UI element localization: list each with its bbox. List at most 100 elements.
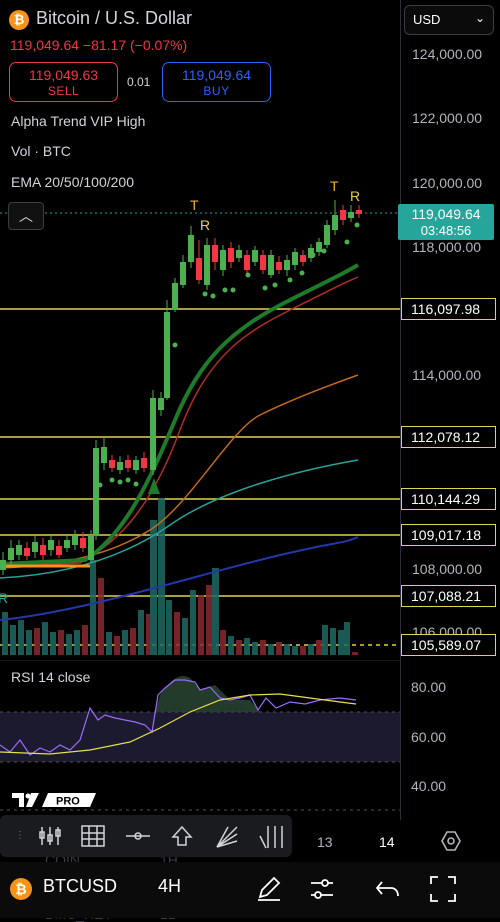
candle-body (117, 462, 123, 470)
candle-body (64, 540, 70, 548)
indicator-legend-ema[interactable]: EMA 20/50/100/200 (11, 174, 134, 190)
candle-body (48, 540, 54, 550)
candle-body (276, 262, 282, 270)
level-label[interactable]: 112,078.12 (401, 426, 496, 448)
candle-body (236, 250, 242, 258)
candle-body (158, 398, 164, 410)
candle-body (80, 538, 86, 548)
marker-r: R (200, 217, 210, 233)
level-label[interactable]: 110,144.29 (401, 488, 496, 510)
last-price: 119,049.64 (411, 206, 481, 222)
pitchfork-icon[interactable] (256, 824, 284, 850)
candle-body (244, 255, 250, 270)
candle-body (101, 447, 107, 463)
candle-body (252, 250, 258, 262)
candle-body (300, 255, 306, 262)
sell-button[interactable]: 119,049.63 SELL (9, 62, 118, 102)
price-tick: 114,000.00 (412, 367, 482, 383)
sell-label: SELL (47, 84, 80, 98)
marker-r: R (350, 188, 360, 204)
marker-t: T (190, 197, 199, 213)
buy-price: 119,049.64 (181, 67, 252, 83)
level-label[interactable]: 116,097.98 (401, 298, 496, 320)
candle-body (180, 262, 186, 285)
chevron-up-icon: ︿ (19, 208, 33, 224)
interval-button[interactable]: 4H (158, 876, 181, 897)
bitcoin-icon: ₿ (9, 10, 29, 30)
candle-body (204, 245, 210, 285)
candle-body (292, 252, 298, 265)
candle-body (188, 235, 194, 262)
indicators-icon[interactable] (38, 825, 62, 847)
candle-body (72, 536, 78, 545)
candle-body (16, 545, 22, 555)
undo-icon[interactable] (374, 876, 402, 902)
candle-body (88, 535, 94, 560)
marker-t: T (330, 178, 339, 194)
candle-body (228, 248, 234, 262)
candle-body (24, 548, 30, 556)
pencil-icon[interactable] (255, 874, 283, 902)
volume-bars (2, 498, 358, 655)
fib-fan-icon[interactable] (214, 824, 240, 850)
collapse-legend-button[interactable]: ︿ (8, 202, 44, 230)
price-axis-divider (400, 0, 401, 820)
svg-text:PRO: PRO (56, 796, 80, 808)
candle-body (260, 255, 266, 270)
candle-body (356, 210, 362, 214)
candle-body (164, 312, 170, 398)
level-label[interactable]: 107,088.21 (401, 585, 496, 607)
sell-price: 119,049.63 (28, 67, 99, 83)
candle-body (348, 212, 354, 218)
indicator-legend-alpha-trend[interactable]: Alpha Trend VIP High (11, 113, 145, 129)
price-tick: 108,000.00 (412, 561, 483, 577)
candle-body (268, 255, 274, 275)
last-price-label: 119,049.64 03:48:56 (398, 204, 494, 240)
chart-settings-icon[interactable] (440, 830, 462, 852)
candle-body (133, 460, 139, 470)
candle-body (332, 215, 338, 230)
candle-body (32, 542, 38, 552)
candle-body (340, 210, 346, 220)
level-label[interactable]: 105,589.07 (401, 634, 496, 656)
rsi-tick: 60.00 (411, 729, 447, 745)
sliders-icon[interactable] (308, 875, 336, 903)
price-tick: 120,000.00 (412, 175, 483, 191)
drag-handle-icon[interactable]: ⋮ (5, 823, 35, 849)
buy-button[interactable]: 119,049.64 BUY (162, 62, 271, 102)
price-change: 119,049.64 −81.17 (−0.07%) (10, 37, 188, 53)
candle-body (0, 560, 6, 570)
bar-countdown: 03:48:56 (420, 223, 472, 238)
fullscreen-icon[interactable] (428, 874, 458, 904)
candle-body (196, 258, 202, 280)
candles (0, 200, 362, 575)
candle-body (56, 546, 62, 555)
trendline-icon[interactable] (124, 825, 152, 847)
signal-dots (97, 222, 360, 488)
symbol-search-button[interactable]: BTCUSD (43, 876, 117, 897)
symbol-title[interactable]: Bitcoin / U.S. Dollar (36, 8, 192, 29)
price-tick: 118,000.00 (412, 239, 482, 255)
candle-body (141, 458, 147, 468)
candle-body (324, 225, 330, 245)
candle-body (212, 245, 218, 262)
indicator-legend-volume[interactable]: Vol · BTC (11, 143, 71, 159)
marker-r: R (0, 590, 8, 606)
currency-select[interactable]: USD ⌄ (404, 5, 494, 35)
candle-body (316, 242, 322, 252)
level-label[interactable]: 109,017.18 (401, 524, 496, 546)
rsi-legend[interactable]: RSI 14 close (11, 669, 90, 685)
grid-icon[interactable] (80, 824, 106, 848)
chevron-down-icon: ⌄ (474, 11, 485, 25)
candle-body (284, 260, 290, 270)
candle-body (172, 283, 178, 310)
arrow-up-icon[interactable] (170, 824, 194, 848)
bitcoin-icon: ₿ (10, 878, 32, 900)
drawing-toolbar: ⋮ (0, 815, 292, 857)
price-tick: 122,000.00 (412, 110, 483, 126)
time-tick: 13 (317, 834, 333, 850)
candle-body (125, 460, 131, 468)
time-tick: 14 (379, 834, 395, 850)
rsi-tick: 40.00 (411, 778, 447, 794)
price-tick: 124,000.00 (412, 46, 483, 62)
